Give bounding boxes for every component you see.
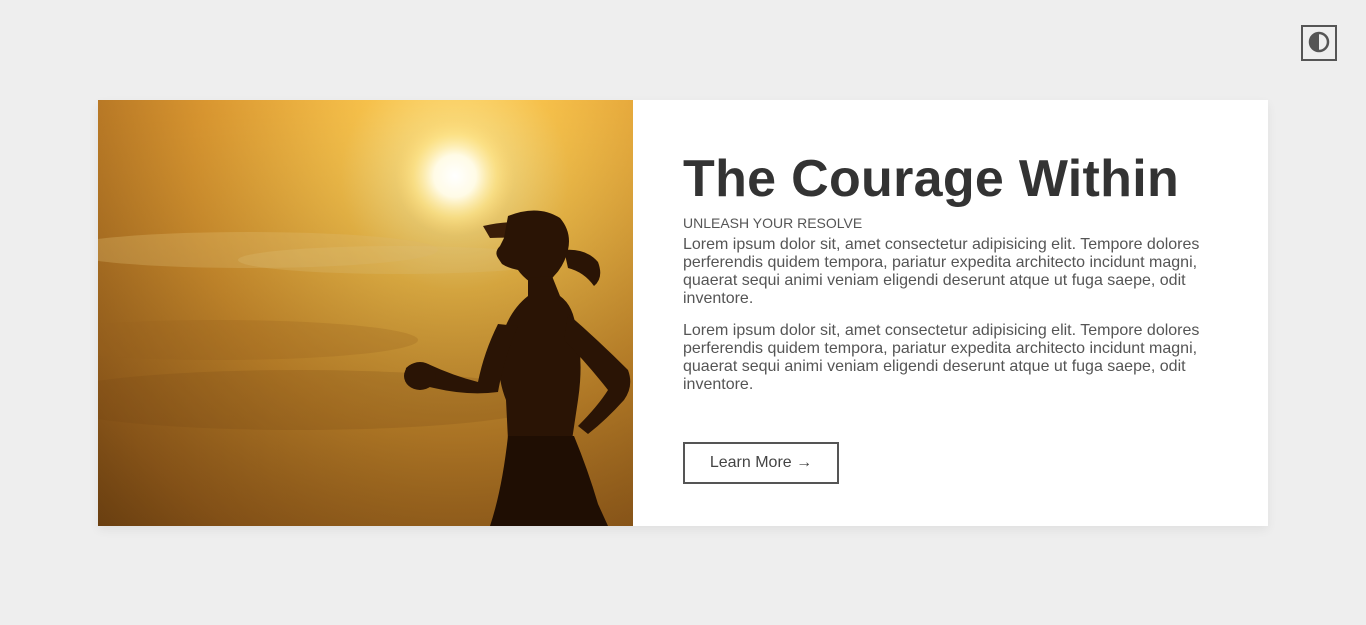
subtitle: UNLEASH YOUR RESOLVE	[683, 215, 863, 231]
feature-card: The Courage Within UNLEASH YOUR RESOLVE …	[98, 100, 1268, 526]
body-paragraph: Lorem ipsum dolor sit, amet consectetur …	[683, 322, 1200, 393]
hero-image	[98, 100, 633, 526]
contrast-icon	[1308, 31, 1330, 56]
card-content: The Courage Within UNLEASH YOUR RESOLVE …	[633, 100, 1268, 526]
body-paragraph: Lorem ipsum dolor sit, amet consectetur …	[683, 236, 1200, 307]
learn-more-button[interactable]: Learn More →	[683, 442, 839, 484]
theme-toggle-button[interactable]	[1301, 25, 1337, 61]
page-title: The Courage Within	[683, 150, 1180, 208]
